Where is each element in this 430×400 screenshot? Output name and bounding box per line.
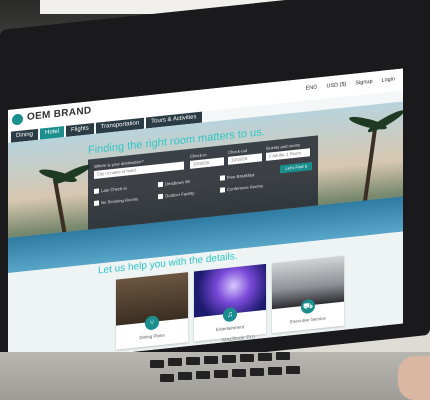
checkbox-icon[interactable] [220,187,225,193]
checkbox-icon[interactable] [158,193,163,200]
cutlery-icon: ⑂ [145,315,159,331]
brand-name: OEM BRAND [27,105,92,124]
brand-logo-icon [12,113,23,126]
user-hand [398,356,430,400]
currency-select[interactable]: USD ($) [327,81,347,89]
signup-link[interactable]: Signup [355,79,372,87]
card-label: Dining Plans [139,332,165,341]
checkbox-icon[interactable] [94,188,99,194]
checkout-label: Check-out [228,147,248,155]
checkin-input[interactable]: 10/18/20 [190,157,224,169]
language-select[interactable]: ENG [306,84,318,91]
option-no-smoking[interactable]: No Smoking Rooms [94,196,138,206]
card-label: Executive Service [290,315,326,325]
card-entertainment[interactable]: ♫ Entertainment [194,263,266,342]
card-dining[interactable]: ⑂ Dining Plans [116,272,188,350]
music-icon: ♫ [223,306,237,323]
option-free-breakfast[interactable]: Free Breakfast [220,172,254,181]
option-wifi[interactable]: Deadtown Wi [158,179,190,188]
option-late-checkin[interactable]: Late Check-in [94,186,127,194]
car-icon: ⛟ [301,298,315,315]
checkbox-icon[interactable] [94,200,99,206]
checkbox-icon[interactable] [158,181,163,188]
checkout-input[interactable]: 10/19/20 [228,153,262,165]
photo-scene: OEM BRAND ENG USD ($) Signup Login Dinin… [0,0,430,400]
option-conference[interactable]: Conference Rooms [220,183,263,193]
laptop-keyboard [0,352,430,400]
option-outdoor[interactable]: Outdoor Facility [158,190,194,200]
laptop-screen: OEM BRAND ENG USD ($) Signup Login Dinin… [8,68,403,365]
checkin-label: Check-in [190,152,207,159]
checkbox-icon[interactable] [220,175,225,181]
search-button[interactable]: Let's Find It [280,162,312,174]
nav-links: ENG USD ($) Signup Login [306,76,395,91]
card-executive[interactable]: ⛟ Executive Service [272,255,344,334]
login-link[interactable]: Login [382,76,395,83]
card-label: Entertainment [215,324,244,333]
